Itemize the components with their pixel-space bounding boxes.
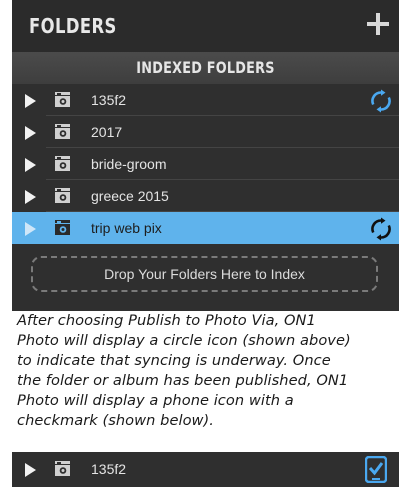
caption-text: After choosing Publish to Photo Via, ON1… [17, 311, 399, 431]
folder-label: 135f2 [91, 461, 127, 477]
folder-row[interactable]: 135f2 [12, 84, 399, 116]
folder-row[interactable]: greece 2015 [12, 180, 399, 212]
expand-arrow-icon[interactable] [25, 158, 36, 172]
drop-zone[interactable]: Drop Your Folders Here to Index [31, 256, 378, 292]
folder-label: 135f2 [91, 92, 127, 108]
camera-folder-icon [55, 124, 70, 139]
folder-row[interactable]: bride-groom [12, 148, 399, 180]
folder-label: 2017 [91, 124, 123, 140]
caption-line: After choosing Publish to Photo Via, ON1 [17, 312, 316, 329]
folder-row-selected[interactable]: trip web pix [12, 212, 399, 244]
sync-circle-icon [371, 89, 391, 113]
section-title: INDEXED FOLDERS [136, 58, 275, 77]
expand-arrow-icon[interactable] [25, 222, 36, 236]
phone-checkmark-icon [365, 456, 387, 483]
folders-panel: FOLDERS INDEXED FOLDERS 135f2 2017 bride… [12, 0, 399, 311]
caption-line: Photo will display a circle icon (shown … [17, 332, 351, 349]
expand-arrow-icon[interactable] [25, 463, 36, 477]
folder-row[interactable]: 2017 [12, 116, 399, 148]
expand-arrow-icon[interactable] [25, 190, 36, 204]
camera-folder-icon [55, 92, 70, 107]
caption-line: the folder or album has been published, … [17, 372, 349, 389]
caption-line: to indicate that syncing is underway. On… [17, 352, 331, 369]
caption-line: checkmark (shown below). [17, 412, 214, 429]
folder-label: bride-groom [91, 156, 167, 172]
camera-folder-icon [55, 220, 70, 235]
add-folder-button[interactable] [366, 12, 390, 36]
sync-circle-icon [371, 217, 391, 241]
camera-folder-icon [55, 188, 70, 203]
camera-folder-icon [55, 156, 70, 171]
folder-label: trip web pix [91, 220, 162, 236]
section-header[interactable]: INDEXED FOLDERS [12, 52, 399, 84]
panel-header: FOLDERS [12, 0, 399, 52]
caption-line: Photo will display a phone icon with a [17, 392, 294, 409]
expand-arrow-icon[interactable] [25, 126, 36, 140]
published-folder-row[interactable]: 135f2 [12, 452, 399, 487]
expand-arrow-icon[interactable] [25, 94, 36, 108]
folder-label: greece 2015 [91, 188, 169, 204]
panel-title: FOLDERS [29, 14, 117, 38]
camera-folder-icon [55, 461, 70, 476]
